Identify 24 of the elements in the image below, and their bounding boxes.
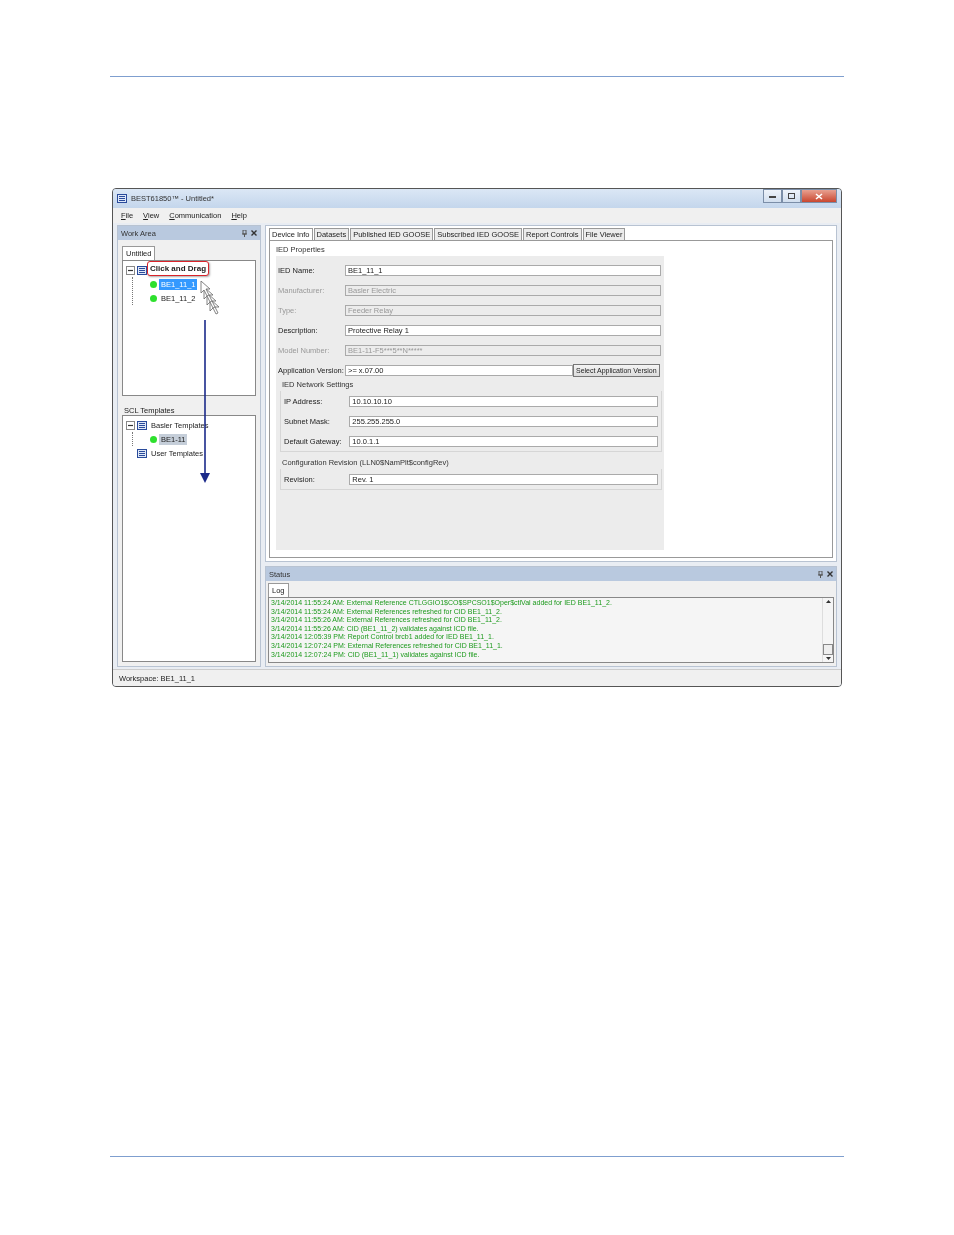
list-icon xyxy=(137,265,147,275)
minimize-button[interactable] xyxy=(763,189,782,203)
close-button[interactable] xyxy=(801,189,837,203)
scroll-down-icon[interactable] xyxy=(825,657,831,660)
minimize-icon xyxy=(769,194,776,198)
scrollbar[interactable] xyxy=(822,598,833,662)
scroll-thumb[interactable] xyxy=(823,644,833,655)
close-icon xyxy=(815,192,823,200)
pin-icon[interactable] xyxy=(818,570,823,578)
list-icon xyxy=(117,194,127,203)
pin-icon[interactable] xyxy=(242,229,247,237)
collapse-icon[interactable] xyxy=(126,420,135,430)
status-dot-icon xyxy=(150,280,157,288)
collapse-icon[interactable] xyxy=(126,265,135,275)
list-icon xyxy=(137,420,147,430)
maximize-icon xyxy=(788,193,795,199)
status-dot-icon xyxy=(150,435,157,443)
status-dot-icon xyxy=(150,294,157,302)
list-icon xyxy=(137,448,147,458)
drag-hint-tooltip: Click and Drag xyxy=(147,261,209,276)
close-icon[interactable] xyxy=(827,571,833,577)
close-icon[interactable] xyxy=(251,230,257,236)
maximize-button[interactable] xyxy=(782,189,801,203)
scroll-up-icon[interactable] xyxy=(825,600,831,603)
